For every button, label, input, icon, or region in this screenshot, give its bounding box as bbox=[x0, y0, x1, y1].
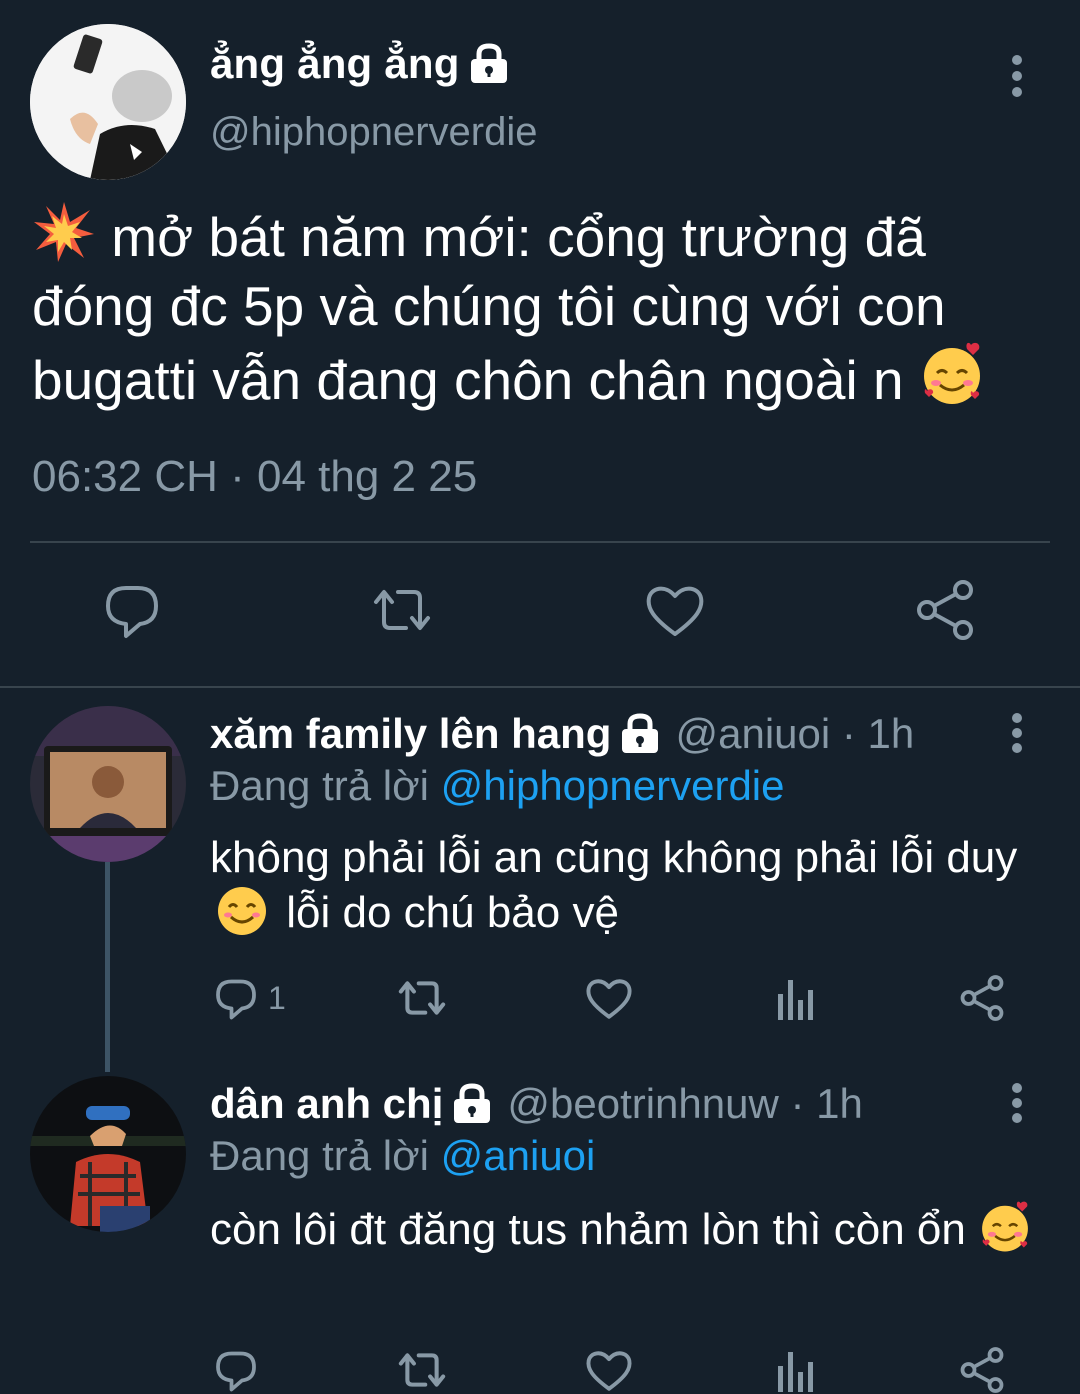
lock-icon bbox=[470, 43, 507, 83]
handle-and-time[interactable]: @beotrinhnuw · 1h bbox=[507, 1080, 863, 1128]
mention-link[interactable]: @aniuoi bbox=[441, 1132, 596, 1179]
avatar[interactable] bbox=[30, 1076, 186, 1232]
retweet-icon[interactable] bbox=[370, 578, 434, 642]
avatar[interactable] bbox=[30, 24, 186, 180]
reply-button[interactable] bbox=[212, 1344, 268, 1394]
replying-to-prefix: Đang trả lời bbox=[210, 762, 429, 809]
handle-and-time[interactable]: @aniuoi · 1h bbox=[675, 710, 914, 758]
tweet-text: mở bát năm mới: cổng trường đã đóng đc 5… bbox=[32, 200, 1062, 415]
share-icon[interactable] bbox=[913, 578, 977, 642]
share-icon[interactable] bbox=[958, 1344, 1006, 1394]
reply-text-part1: không phải lỗi an cũng không phải lỗi du… bbox=[210, 833, 1018, 882]
reply-text: còn lôi đt đăng tus nhảm lòn thì còn ổn bbox=[210, 1200, 1040, 1257]
display-name[interactable]: ẳng ẳng ẳng bbox=[210, 40, 510, 88]
smiling-face-emoji-icon bbox=[218, 887, 266, 935]
replying-to: Đang trả lời @aniuoi bbox=[210, 1132, 595, 1180]
retweet-icon[interactable] bbox=[396, 1344, 448, 1394]
reply-header: xăm family lên hang @aniuoi · 1h bbox=[210, 710, 914, 758]
section-divider bbox=[0, 686, 1080, 688]
reply-text-part2: lỗi do chú bảo vệ bbox=[286, 888, 619, 937]
handle[interactable]: @hiphopnerverdie bbox=[210, 110, 537, 155]
display-name[interactable]: dân anh chị bbox=[210, 1080, 443, 1128]
more-options-icon[interactable] bbox=[1000, 1082, 1034, 1126]
tweet-actions bbox=[0, 578, 1080, 648]
collision-emoji-icon bbox=[34, 202, 94, 262]
reply-actions: 1 bbox=[0, 972, 1080, 1028]
reply-icon bbox=[216, 1351, 256, 1392]
like-icon[interactable] bbox=[643, 578, 707, 642]
reply-actions bbox=[0, 1344, 1080, 1394]
reply-icon[interactable] bbox=[100, 578, 164, 642]
retweet-icon[interactable] bbox=[396, 972, 448, 1024]
like-icon[interactable] bbox=[584, 1344, 634, 1394]
reply-icon bbox=[216, 979, 256, 1020]
reply-text: không phải lỗi an cũng không phải lỗi du… bbox=[210, 830, 1040, 940]
share-icon[interactable] bbox=[958, 972, 1006, 1024]
reply-header: dân anh chị @beotrinhnuw · 1h bbox=[210, 1080, 863, 1128]
more-options-icon[interactable] bbox=[1000, 52, 1034, 102]
divider bbox=[30, 541, 1050, 543]
tweet-text-body: mở bát năm mới: cổng trường đã đóng đc 5… bbox=[32, 206, 946, 411]
like-icon[interactable] bbox=[584, 972, 634, 1024]
mention-link[interactable]: @hiphopnerverdie bbox=[441, 762, 785, 809]
reply-count: 1 bbox=[268, 979, 286, 1016]
replying-to-prefix: Đang trả lời bbox=[210, 1132, 429, 1179]
timestamp[interactable]: 06:32 CH · 04 thg 2 25 bbox=[32, 452, 477, 502]
smiling-face-with-hearts-emoji-icon bbox=[982, 1201, 1028, 1252]
replying-to: Đang trả lời @hiphopnerverdie bbox=[210, 762, 785, 810]
main-tweet: ẳng ẳng ẳng @hiphopnerverdie mở bát năm … bbox=[0, 0, 1080, 688]
lock-icon bbox=[622, 713, 659, 753]
tweet-thread-page: ẳng ẳng ẳng @hiphopnerverdie mở bát năm … bbox=[0, 0, 1080, 1394]
reply-button[interactable]: 1 bbox=[212, 972, 286, 1024]
display-name[interactable]: xăm family lên hang bbox=[210, 710, 611, 758]
analytics-icon[interactable] bbox=[774, 1344, 816, 1394]
avatar[interactable] bbox=[30, 706, 186, 862]
analytics-icon[interactable] bbox=[774, 972, 816, 1024]
more-options-icon[interactable] bbox=[1000, 712, 1034, 756]
reply-text-body: còn lôi đt đăng tus nhảm lòn thì còn ổn bbox=[210, 1205, 966, 1254]
smiling-face-with-hearts-emoji-icon bbox=[923, 342, 980, 404]
thread-line bbox=[105, 862, 110, 1072]
lock-icon bbox=[454, 1083, 491, 1123]
display-name-text: ẳng ẳng ẳng bbox=[210, 40, 460, 87]
